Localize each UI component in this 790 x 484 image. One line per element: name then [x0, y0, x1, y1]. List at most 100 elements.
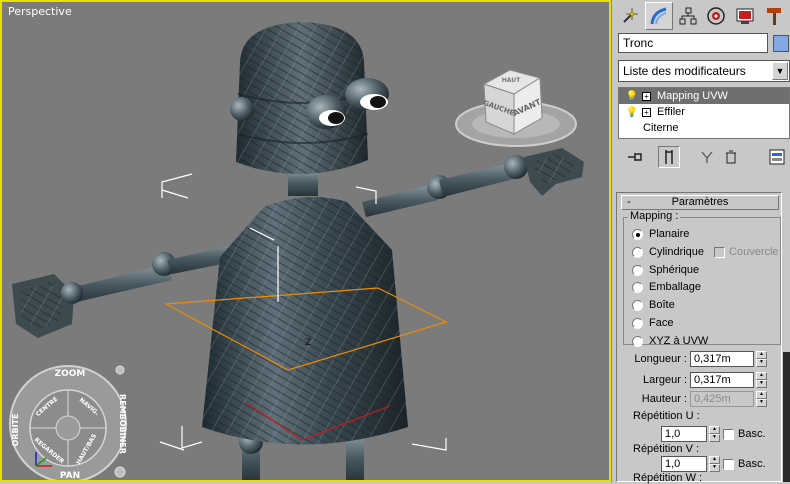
stack-item-label: Mapping UVW — [657, 90, 728, 102]
viewcube-top: HAUT — [502, 77, 521, 84]
length-spinner[interactable]: ▲ ▼ — [756, 351, 767, 367]
perspective-viewport[interactable]: Z Perspective HAUT GAUCHE AVANT ZOOM ORB… — [0, 0, 611, 482]
width-spinner[interactable]: ▲ ▼ — [756, 372, 767, 388]
radio-button[interactable] — [632, 317, 643, 329]
tile-v-row: 1,0 ▲ ▼ Basc. — [661, 455, 766, 473]
tile-v-spinner[interactable]: ▲ ▼ — [709, 456, 720, 472]
stack-item-mapping-uvw[interactable]: 💡 + Mapping UVW — [619, 88, 789, 104]
radio-label: Sphérique — [649, 264, 700, 276]
make-unique-icon — [701, 151, 713, 163]
lightbulb-icon[interactable]: 💡 — [625, 91, 639, 102]
panel-scrollbar[interactable] — [783, 352, 790, 482]
make-unique-button[interactable] — [696, 146, 718, 168]
utilities-tab[interactable] — [760, 2, 788, 30]
radio-label: Emballage — [649, 281, 701, 293]
modifier-stack: 💡 + Mapping UVW 💡 + Effiler Citerne — [618, 87, 790, 139]
flip-v-label: Basc. — [738, 458, 766, 470]
show-end-result-icon — [665, 150, 673, 164]
radio-button[interactable] — [632, 335, 643, 347]
rollout-header[interactable]: - Paramètres — [621, 195, 779, 210]
configure-sets-button[interactable] — [766, 146, 788, 168]
viewport-label[interactable]: Perspective — [8, 5, 72, 18]
parameters-rollout: - Paramètres Mapping : Planaire Cylindri… — [616, 192, 782, 484]
mapping-group-title: Mapping : — [628, 210, 681, 222]
width-label: Largeur : — [642, 374, 687, 386]
mapping-group: Mapping : Planaire Cylindrique Couvercle… — [623, 210, 781, 347]
display-tab[interactable] — [731, 2, 760, 30]
tile-v-label: Répétition V : — [633, 443, 700, 455]
flip-u-checkbox[interactable] — [723, 428, 734, 440]
radio-shrink-wrap[interactable]: Emballage — [632, 279, 701, 295]
radio-label: Planaire — [649, 228, 690, 240]
torso — [202, 197, 408, 445]
radio-button[interactable] — [632, 281, 643, 293]
radio-label: Cylindrique — [649, 246, 705, 258]
display-icon — [736, 8, 754, 24]
navwheel-orbit: ORBITE — [11, 414, 20, 447]
tile-u-field[interactable]: 1,0 — [661, 426, 707, 442]
modify-icon — [650, 7, 667, 25]
object-color-swatch[interactable] — [773, 35, 789, 52]
modify-tab[interactable] — [644, 2, 673, 30]
radio-label: Face — [649, 317, 674, 329]
show-end-result-button[interactable] — [658, 146, 680, 168]
lightbulb-icon[interactable]: 💡 — [625, 107, 639, 118]
height-field: 0,425m — [690, 391, 754, 407]
remove-modifier-button[interactable] — [720, 146, 742, 168]
stack-item-base-object[interactable]: Citerne — [619, 120, 789, 136]
viewcube[interactable]: HAUT GAUCHE AVANT — [454, 64, 582, 150]
height-spinner: ▲ ▼ — [756, 391, 767, 407]
stack-item-label: Citerne — [643, 122, 679, 134]
head — [230, 22, 389, 175]
navwheel-pan: PAN — [60, 471, 80, 481]
radio-face[interactable]: Face — [632, 315, 673, 331]
radio-button[interactable] — [632, 299, 643, 311]
chevron-down-icon[interactable]: ▼ — [772, 62, 788, 80]
rollout-title: Paramètres — [671, 196, 729, 208]
radio-button[interactable] — [632, 228, 643, 240]
radio-cylindrical[interactable]: Cylindrique Couvercle — [632, 244, 779, 260]
width-row: Largeur : 0,317m ▲ ▼ — [621, 371, 767, 389]
trash-icon — [726, 150, 736, 164]
modifier-list-dropdown[interactable]: Liste des modificateurs ▼ — [618, 60, 790, 82]
configure-icon — [769, 149, 785, 165]
hierarchy-tab[interactable] — [673, 2, 702, 30]
tile-u-label: Répétition U : — [633, 410, 700, 422]
navwheel-zoom: ZOOM — [55, 369, 86, 379]
radio-planar[interactable]: Planaire — [632, 226, 689, 242]
collapse-icon[interactable]: - — [627, 196, 631, 209]
cap-checkbox — [714, 246, 726, 258]
motion-icon — [707, 7, 726, 25]
steering-wheel[interactable]: ZOOM ORBITE REMBOBINER PAN CENTRE NAVIG.… — [6, 362, 130, 482]
stack-item-label: Effiler — [657, 106, 685, 118]
hierarchy-icon — [679, 7, 697, 25]
object-name-row: Tronc — [618, 33, 790, 53]
tile-u-row: 1,0 ▲ ▼ Basc. — [661, 425, 766, 443]
pin-stack-button[interactable] — [624, 146, 646, 168]
create-icon — [623, 7, 638, 23]
length-label: Longueur : — [634, 353, 687, 365]
create-tab[interactable] — [616, 2, 644, 30]
flip-u-label: Basc. — [738, 428, 766, 440]
expand-icon[interactable]: + — [642, 91, 651, 101]
flip-v-checkbox[interactable] — [723, 458, 734, 470]
tile-u-spinner[interactable]: ▲ ▼ — [709, 426, 720, 442]
object-name-field[interactable]: Tronc — [618, 33, 768, 53]
radio-button[interactable] — [632, 246, 643, 258]
cap-label: Couvercle — [729, 246, 779, 258]
tile-v-field[interactable]: 1,0 — [661, 456, 707, 472]
length-field[interactable]: 0,317m — [690, 351, 754, 367]
radio-box[interactable]: Boîte — [632, 297, 675, 313]
tile-w-label: Répétition W : — [633, 472, 703, 484]
width-field[interactable]: 0,317m — [690, 372, 754, 388]
height-row: Hauteur : 0,425m ▲ ▼ — [621, 390, 767, 408]
radio-button[interactable] — [632, 264, 643, 276]
expand-icon[interactable]: + — [642, 107, 651, 117]
radio-spherical[interactable]: Sphérique — [632, 262, 699, 278]
command-panel-tabs — [616, 2, 788, 30]
radio-xyz-to-uvw[interactable]: XYZ à UVW — [632, 333, 708, 349]
stack-item-taper[interactable]: 💡 + Effiler — [619, 104, 789, 120]
motion-tab[interactable] — [702, 2, 731, 30]
navwheel-rewind: REMBOBINER — [118, 394, 127, 454]
gizmo-axis-label: Z — [305, 338, 311, 348]
